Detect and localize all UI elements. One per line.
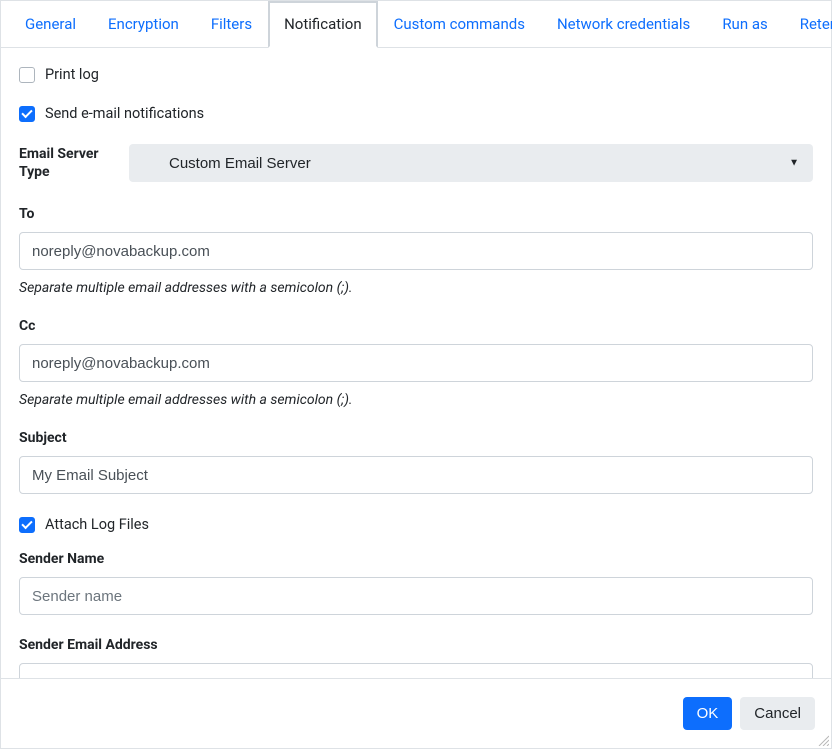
email-server-type-row: Email Server Type Custom Email Server ▼ bbox=[19, 144, 813, 182]
sender-name-block: Sender Name bbox=[19, 551, 813, 615]
sender-name-input[interactable] bbox=[19, 577, 813, 615]
tab-notification[interactable]: Notification bbox=[268, 1, 378, 48]
subject-block: Subject bbox=[19, 430, 813, 494]
sender-email-block: Sender Email Address bbox=[19, 637, 813, 678]
sender-email-label: Sender Email Address bbox=[19, 637, 813, 653]
attach-log-label[interactable]: Attach Log Files bbox=[45, 516, 149, 533]
email-server-type-select[interactable]: Custom Email Server bbox=[129, 144, 813, 182]
to-input[interactable] bbox=[19, 232, 813, 270]
tab-custom-commands[interactable]: Custom commands bbox=[378, 1, 541, 47]
cc-label: Cc bbox=[19, 318, 813, 334]
subject-label: Subject bbox=[19, 430, 813, 446]
ok-button[interactable]: OK bbox=[683, 697, 733, 730]
email-server-type-select-wrap: Custom Email Server ▼ bbox=[129, 144, 813, 182]
cc-block: Cc Separate multiple email addresses wit… bbox=[19, 318, 813, 408]
send-email-label[interactable]: Send e-mail notifications bbox=[45, 105, 204, 122]
cc-hint: Separate multiple email addresses with a… bbox=[19, 392, 813, 408]
dialog-footer: OK Cancel bbox=[1, 678, 831, 748]
to-label: To bbox=[19, 206, 813, 222]
tab-retention[interactable]: Retention bbox=[784, 1, 832, 47]
to-block: To Separate multiple email addresses wit… bbox=[19, 206, 813, 296]
sender-email-input[interactable] bbox=[19, 663, 813, 678]
tab-general[interactable]: General bbox=[9, 1, 92, 47]
send-email-row: Send e-mail notifications bbox=[19, 105, 813, 122]
to-hint: Separate multiple email addresses with a… bbox=[19, 280, 813, 296]
tab-network-credentials[interactable]: Network credentials bbox=[541, 1, 706, 47]
email-server-type-label: Email Server Type bbox=[19, 145, 109, 181]
tab-encryption[interactable]: Encryption bbox=[92, 1, 195, 47]
print-log-label[interactable]: Print log bbox=[45, 66, 99, 83]
print-log-row: Print log bbox=[19, 66, 813, 83]
tab-filters[interactable]: Filters bbox=[195, 1, 268, 47]
tab-bar: General Encryption Filters Notification … bbox=[1, 1, 831, 48]
notification-panel[interactable]: Print log Send e-mail notifications Emai… bbox=[1, 48, 831, 678]
subject-input[interactable] bbox=[19, 456, 813, 494]
cancel-button[interactable]: Cancel bbox=[740, 697, 815, 730]
attach-log-row: Attach Log Files bbox=[19, 516, 813, 533]
tab-run-as[interactable]: Run as bbox=[706, 1, 783, 47]
cc-input[interactable] bbox=[19, 344, 813, 382]
print-log-checkbox[interactable] bbox=[19, 67, 35, 83]
attach-log-checkbox[interactable] bbox=[19, 517, 35, 533]
send-email-checkbox[interactable] bbox=[19, 106, 35, 122]
sender-name-label: Sender Name bbox=[19, 551, 813, 567]
